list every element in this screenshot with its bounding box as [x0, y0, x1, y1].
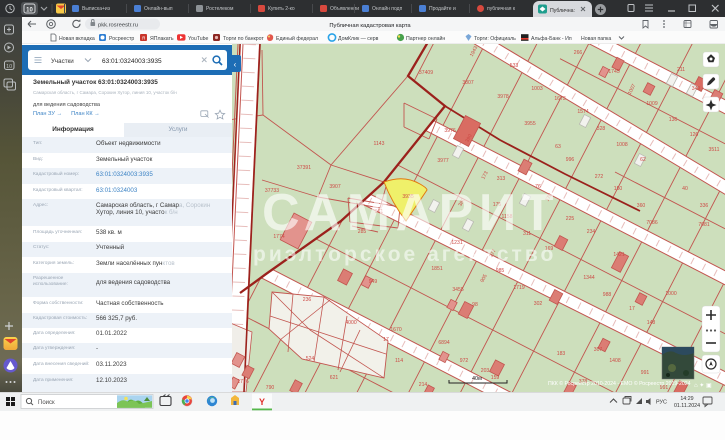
svg-text:62: 62 — [640, 157, 646, 163]
svg-text:1009: 1009 — [646, 101, 657, 107]
svg-text:360: 360 — [637, 203, 646, 209]
svg-text:63: 63 — [555, 144, 561, 150]
svg-text:266: 266 — [574, 50, 583, 56]
svg-text:996: 996 — [566, 157, 575, 163]
svg-text:Торги по банкрот: Торги по банкрот — [223, 36, 264, 42]
svg-text:1000: 1000 — [665, 291, 676, 297]
svg-text:ЯПлакать: ЯПлакать — [150, 36, 174, 42]
svg-text:7081: 7081 — [698, 222, 709, 228]
svg-text:1008: 1008 — [616, 142, 627, 148]
svg-text:4000: 4000 — [345, 320, 356, 326]
svg-text:10: 10 — [6, 64, 12, 70]
svg-text:3511: 3511 — [709, 147, 720, 153]
svg-text:ПКК © Росреестр 2010-2024 - ЕМ: ПКК © Росреестр 2010-2024 - ЕМО © Росрее… — [548, 380, 691, 387]
svg-text:985: 985 — [496, 268, 505, 274]
svg-text:17: 17 — [383, 337, 389, 343]
svg-text:3807: 3807 — [462, 80, 473, 86]
svg-text:533: 533 — [510, 63, 519, 69]
svg-text:Публична:: Публична: — [550, 8, 575, 14]
svg-text:159: 159 — [491, 375, 500, 381]
svg-text:524: 524 — [306, 356, 315, 362]
svg-text:Новая папка: Новая папка — [581, 36, 611, 42]
svg-text:37391: 37391 — [297, 165, 311, 171]
svg-text:203: 203 — [481, 368, 490, 374]
svg-text:1776: 1776 — [237, 379, 248, 385]
svg-text:1719: 1719 — [513, 285, 524, 291]
svg-text:РУС: РУС — [656, 400, 667, 406]
svg-text:YouTube: YouTube — [188, 36, 208, 42]
svg-text:3977: 3977 — [437, 158, 448, 164]
svg-text:1745: 1745 — [608, 69, 619, 75]
svg-text:Новая вкладка: Новая вкладка — [59, 36, 95, 42]
svg-text:272: 272 — [595, 174, 604, 180]
svg-text:136: 136 — [669, 117, 678, 123]
svg-text:336: 336 — [700, 203, 709, 209]
svg-text:Торги: Официаль: Торги: Официаль — [474, 36, 516, 42]
svg-text:1851: 1851 — [431, 266, 442, 272]
svg-text:6894: 6894 — [438, 340, 449, 346]
svg-text:Единый федерал: Единый федерал — [276, 35, 318, 42]
svg-text:234: 234 — [587, 229, 596, 235]
svg-text:40м: 40м — [472, 376, 482, 382]
svg-text:988: 988 — [603, 292, 612, 298]
svg-text:Росреестр: Росреестр — [109, 36, 134, 42]
svg-text:1421: 1421 — [613, 252, 624, 258]
svg-text:40: 40 — [682, 186, 688, 192]
svg-text:1344: 1344 — [583, 275, 594, 281]
svg-text:Поиск: Поиск — [38, 400, 55, 406]
svg-text:Участки: Участки — [51, 58, 74, 65]
svg-text:307: 307 — [594, 347, 603, 353]
svg-text:3955: 3955 — [524, 121, 535, 127]
svg-text:⌂ ✦ ▣: ⌂ ✦ ▣ — [694, 382, 712, 389]
svg-text:148: 148 — [647, 320, 656, 326]
svg-text:pkk.rosreestr.ru: pkk.rosreestr.ru — [98, 23, 138, 29]
svg-text:214: 214 — [419, 382, 428, 388]
svg-text:1408: 1408 — [609, 358, 620, 364]
svg-text:САМАРИТ: САМАРИТ — [262, 184, 559, 242]
svg-text:972: 972 — [460, 358, 469, 364]
svg-text:Партнер онлайн: Партнер онлайн — [406, 35, 445, 42]
svg-text:ДомКлик — серв: ДомКлик — серв — [338, 36, 379, 42]
svg-text:1673: 1673 — [554, 96, 565, 102]
svg-text:1670: 1670 — [390, 327, 401, 333]
svg-text:1003: 1003 — [531, 86, 542, 92]
svg-text:Публичная кадастровая карта: Публичная кадастровая карта — [329, 23, 411, 29]
svg-text:183: 183 — [557, 351, 566, 357]
svg-text:302: 302 — [534, 301, 543, 307]
svg-text:‹: ‹ — [234, 60, 237, 69]
svg-text:126: 126 — [690, 132, 699, 138]
svg-text:63:01:0324003:3935: 63:01:0324003:3935 — [102, 58, 162, 65]
svg-text:1143: 1143 — [374, 141, 385, 147]
svg-text:3976: 3976 — [444, 128, 455, 134]
svg-text:3978: 3978 — [497, 94, 508, 100]
svg-text:Альфа-Банк - Ип: Альфа-Банк - Ип — [531, 36, 572, 42]
svg-text:98: 98 — [472, 302, 478, 308]
svg-text:3455: 3455 — [452, 287, 463, 293]
svg-text:328: 328 — [597, 126, 606, 132]
svg-text:621: 621 — [330, 375, 339, 381]
svg-text:Y: Y — [259, 397, 265, 407]
svg-text:349: 349 — [692, 86, 701, 92]
svg-text:211: 211 — [677, 67, 685, 73]
svg-text:991: 991 — [641, 370, 650, 376]
svg-text:риэлторское агентство: риэлторское агентство — [253, 243, 556, 266]
svg-text:01.11.2024: 01.11.2024 — [674, 403, 700, 409]
svg-text:236: 236 — [303, 297, 312, 303]
svg-text:14:29: 14:29 — [680, 396, 693, 402]
svg-text:313: 313 — [497, 176, 506, 182]
svg-text:37409: 37409 — [419, 70, 433, 76]
svg-text:1574: 1574 — [577, 109, 588, 115]
svg-text:114: 114 — [395, 358, 403, 364]
svg-text:949: 949 — [369, 279, 378, 285]
svg-text:225: 225 — [566, 216, 575, 222]
svg-text:7086: 7086 — [646, 220, 657, 226]
svg-text:Я: Я — [142, 36, 145, 41]
svg-text:150: 150 — [614, 186, 623, 192]
svg-text:790: 790 — [266, 385, 275, 391]
svg-text:17: 17 — [629, 306, 635, 312]
